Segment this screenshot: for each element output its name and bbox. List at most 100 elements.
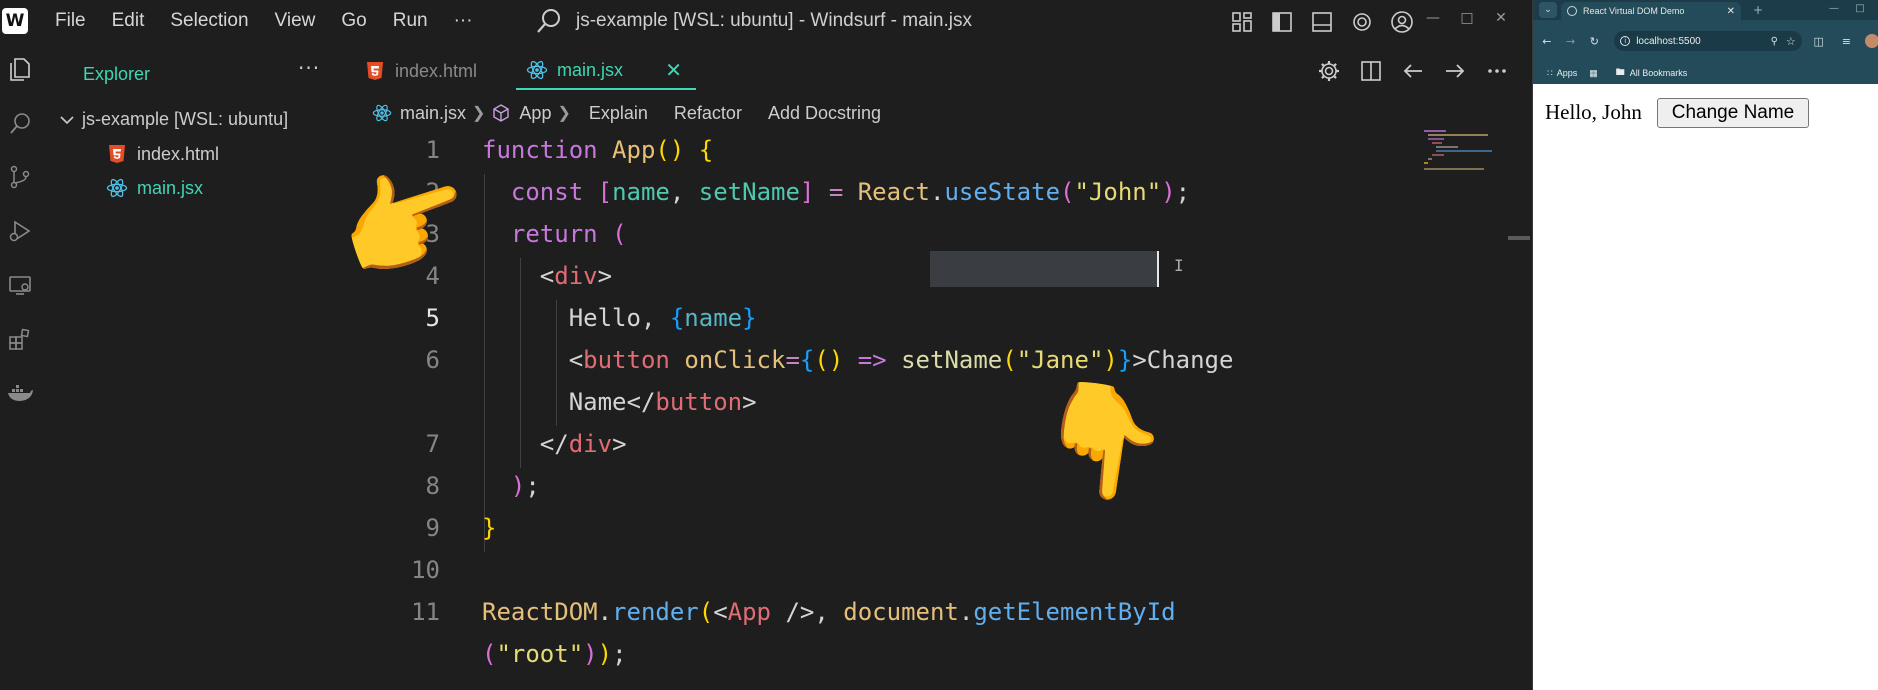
tab-search-icon[interactable]: ⌄: [1539, 2, 1557, 18]
code-line-4: <div>: [482, 262, 613, 290]
browser-window-controls: — □: [1821, 3, 1873, 14]
breadcrumb-symbol[interactable]: App: [519, 103, 551, 124]
chevron-right-icon: ❯: [472, 105, 486, 122]
code-line-11: ReactDOM.render(<App />, document.getEle…: [482, 598, 1176, 626]
new-tab-icon[interactable]: +: [1753, 3, 1763, 17]
codelens-refactor[interactable]: Refactor: [674, 103, 742, 124]
vertical-scrollbar[interactable]: [1508, 128, 1530, 690]
menu-selection[interactable]: Selection: [157, 10, 261, 32]
remote-explorer-icon[interactable]: [0, 258, 40, 312]
codelens-explain[interactable]: Explain: [589, 103, 648, 124]
customize-layout-icon[interactable]: [1226, 6, 1258, 38]
text-cursor: [1157, 251, 1159, 287]
explorer-icon[interactable]: [0, 42, 40, 96]
folder-icon: 🖿: [1615, 67, 1625, 77]
more-actions-icon[interactable]: [1480, 56, 1514, 86]
code-line-8: );: [510, 472, 540, 500]
tree-file-main-jsx[interactable]: main.jsx: [106, 177, 203, 199]
search-icon[interactable]: [0, 96, 40, 150]
close-icon[interactable]: ✕: [665, 58, 682, 83]
breadcrumb: main.jsx ❯ App ❯ Explain Refactor Add Do…: [372, 98, 881, 128]
media-icon[interactable]: ≡: [1836, 35, 1858, 48]
forward-icon[interactable]: →: [1561, 35, 1581, 48]
ibeam-cursor-icon: I: [1174, 256, 1184, 275]
toggle-panel-icon[interactable]: [1306, 6, 1338, 38]
code-editor[interactable]: 1 2 3 4 5 6 7 8 9 10 11 function App() {…: [346, 132, 1506, 690]
split-editor-icon[interactable]: [1354, 56, 1388, 86]
maximize-icon[interactable]: □: [1847, 3, 1873, 14]
bookmark-apps[interactable]: Apps: [1557, 68, 1578, 78]
tab-main-jsx[interactable]: main.jsx ✕: [516, 52, 696, 90]
reload-icon[interactable]: ↻: [1584, 35, 1604, 48]
arrow-right-icon[interactable]: [1438, 56, 1472, 86]
greeting-text: Hello, John: [1545, 100, 1642, 124]
back-icon[interactable]: ←: [1537, 35, 1557, 48]
extensions-icon[interactable]: ◫: [1808, 35, 1830, 48]
codelens-add-docstring[interactable]: Add Docstring: [768, 103, 881, 124]
menu-go[interactable]: Go: [328, 10, 379, 32]
tab-index-html[interactable]: index.html: [346, 52, 516, 90]
tree-folder-js-example[interactable]: js-example [WSL: ubuntu]: [58, 109, 288, 130]
browser-tab-title: React Virtual DOM Demo: [1583, 6, 1685, 16]
change-name-button[interactable]: Change Name: [1657, 98, 1809, 128]
web-page: Hello, John Change Name: [1533, 84, 1878, 690]
source-control-icon[interactable]: [0, 150, 40, 204]
maximize-icon[interactable]: □: [1450, 10, 1484, 32]
menu-run[interactable]: Run: [380, 10, 441, 32]
minimize-icon[interactable]: —: [1416, 10, 1450, 32]
line-number-active: 5: [425, 304, 440, 332]
ide-window: W File Edit Selection View Go Run ··· js…: [0, 0, 1532, 690]
code-line-11-wrap: ("root"));: [482, 640, 627, 668]
line-number: 8: [425, 472, 440, 500]
html-file-icon: [364, 60, 386, 82]
gear-icon[interactable]: [1312, 56, 1346, 86]
address-bar[interactable]: i localhost:5500 ⚲ ☆: [1614, 31, 1802, 51]
tree-file-label: main.jsx: [137, 177, 204, 198]
line-number: 11: [411, 598, 440, 626]
globe-icon: [1567, 6, 1577, 16]
tree-folder-label: js-example [WSL: ubuntu]: [82, 109, 289, 129]
minimap[interactable]: [1420, 128, 1500, 188]
tab-groups-icon[interactable]: ▦: [1589, 68, 1598, 79]
zoom-icon[interactable]: ⚲: [1771, 36, 1778, 47]
run-debug-icon[interactable]: [0, 204, 40, 258]
windsurf-logo[interactable]: W: [2, 8, 28, 34]
code-line-2: const [name, setName] = React.useState("…: [510, 178, 1191, 206]
line-number: 10: [411, 556, 440, 584]
close-icon[interactable]: ✕: [1727, 6, 1735, 17]
menu-view[interactable]: View: [262, 10, 329, 32]
toggle-primary-sidebar-icon[interactable]: [1266, 6, 1298, 38]
bookmark-all-bookmarks[interactable]: All Bookmarks: [1630, 68, 1688, 78]
explorer-sidebar: Explorer ··· js-example [WSL: ubuntu] in…: [40, 42, 346, 690]
scrollbar-thumb[interactable]: [1508, 236, 1530, 240]
close-window-icon[interactable]: ✕: [1484, 10, 1518, 32]
profile-avatar[interactable]: [1865, 34, 1878, 48]
menu-file[interactable]: File: [42, 10, 99, 32]
code-line-7: </div>: [482, 430, 627, 458]
menu-edit[interactable]: Edit: [99, 10, 158, 32]
code-line-3: return (: [510, 220, 627, 248]
apps-grid-icon: ∷: [1547, 67, 1553, 78]
menu-more[interactable]: ···: [441, 10, 486, 32]
pointing-hand-down-emoji: 👇: [1028, 370, 1179, 513]
site-info-icon[interactable]: i: [1620, 36, 1631, 46]
command-center[interactable]: js-example [WSL: ubuntu] - Windsurf - ma…: [532, 4, 972, 38]
copilot-icon[interactable]: [1346, 6, 1378, 38]
minimize-icon[interactable]: —: [1821, 3, 1847, 14]
code-line-9: }: [482, 514, 497, 542]
bookmark-star-icon[interactable]: ☆: [1786, 35, 1796, 48]
docker-icon[interactable]: [0, 366, 40, 420]
html-file-icon: [106, 143, 128, 165]
tab-label: main.jsx: [557, 59, 624, 80]
explorer-more-actions[interactable]: ···: [298, 56, 320, 80]
layout-controls: [1226, 6, 1426, 38]
arrow-left-icon[interactable]: [1396, 56, 1430, 86]
extensions-icon[interactable]: [0, 312, 40, 366]
tree-file-index-html[interactable]: index.html: [106, 143, 219, 165]
browser-tab[interactable]: React Virtual DOM Demo ✕: [1561, 2, 1741, 20]
title-bar: W File Edit Selection View Go Run ··· js…: [0, 0, 1532, 42]
tab-label: index.html: [395, 60, 478, 81]
account-icon[interactable]: [1386, 6, 1418, 38]
code-line-5: Hello, {name}: [482, 304, 757, 332]
breadcrumb-file[interactable]: main.jsx: [400, 103, 466, 124]
